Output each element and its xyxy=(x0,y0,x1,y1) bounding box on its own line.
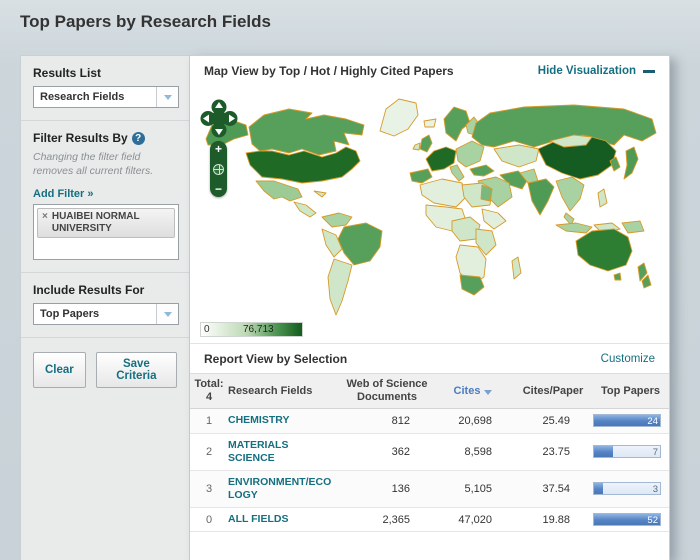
filter-by-label: Filter Results By xyxy=(33,131,128,145)
wos-documents-value: 362 xyxy=(342,446,432,458)
top-papers-value: 7 xyxy=(653,447,658,458)
cites-per-paper-value: 23.75 xyxy=(514,446,592,458)
map-view-title: Map View by Top / Hot / Highly Cited Pap… xyxy=(204,64,454,78)
top-papers-value: 3 xyxy=(653,484,658,495)
minus-icon xyxy=(643,70,655,73)
filter-sidebar: Results List Research Fields Filter Resu… xyxy=(20,55,190,560)
sort-descending-icon xyxy=(484,390,492,395)
results-list-section: Results List Research Fields xyxy=(21,56,189,120)
filter-note: Changing the filter field removes all cu… xyxy=(33,151,177,178)
top-papers-cell: 24 xyxy=(592,414,669,427)
col-total: Total: 4 xyxy=(190,378,228,404)
include-results-value: Top Papers xyxy=(34,304,156,324)
filter-listbox[interactable]: × HUAIBEI NORMAL UNIVERSITY xyxy=(33,204,179,260)
report-view-title: Report View by Selection xyxy=(204,352,347,366)
results-list-dropdown[interactable]: Research Fields xyxy=(33,86,179,108)
results-list-value: Research Fields xyxy=(34,87,156,107)
zoom-out-button[interactable]: − xyxy=(215,184,222,194)
top-papers-value: 52 xyxy=(647,515,658,526)
wos-documents-value: 2,365 xyxy=(342,514,432,526)
table-row: 2MATERIALS SCIENCE3628,59823.75 7 xyxy=(190,434,669,471)
cites-value: 5,105 xyxy=(432,483,514,495)
help-icon[interactable]: ? xyxy=(132,132,145,145)
filter-by-section: Filter Results By? Changing the filter f… xyxy=(21,121,189,272)
filter-chip-label: HUAIBEI NORMAL UNIVERSITY xyxy=(52,211,170,235)
map-view-area: + − 0 76,713 xyxy=(190,85,669,343)
page-title: Top Papers by Research Fields xyxy=(20,12,271,32)
map-zoom-control: + − xyxy=(210,141,227,197)
top-papers-bar: 24 xyxy=(593,414,661,427)
cites-per-paper-value: 19.88 xyxy=(514,514,592,526)
col-cites-per-paper: Cites/Paper xyxy=(514,385,592,398)
customize-link[interactable]: Customize xyxy=(601,353,655,365)
research-field-link[interactable]: ALL FIELDS xyxy=(228,513,342,526)
research-field-link[interactable]: MATERIALS SCIENCE xyxy=(228,439,342,465)
cites-per-paper-value: 25.49 xyxy=(514,415,592,427)
map-color-legend: 0 76,713 xyxy=(200,322,303,337)
top-papers-bar-fill xyxy=(594,446,613,457)
research-field-link[interactable]: CHEMISTRY xyxy=(228,414,342,427)
top-papers-bar-fill xyxy=(594,483,603,494)
globe-reset-icon[interactable] xyxy=(213,164,224,175)
top-papers-cell: 7 xyxy=(592,445,669,458)
cites-value: 8,598 xyxy=(432,446,514,458)
sidebar-buttons: Clear Save Criteria xyxy=(21,338,189,402)
col-research-fields: Research Fields xyxy=(228,385,342,397)
report-header-bar: Report View by Selection Customize xyxy=(190,343,669,373)
col-wos-documents: Web of Science Documents xyxy=(342,378,432,404)
table-row: 3ENVIRONMENT/ECOLOGY1365,10537.543 xyxy=(190,471,669,508)
research-field-link[interactable]: ENVIRONMENT/ECOLOGY xyxy=(228,476,342,502)
report-table: Total: 4 Research Fields Web of Science … xyxy=(190,373,669,532)
wos-documents-value: 136 xyxy=(342,483,432,495)
include-results-dropdown[interactable]: Top Papers xyxy=(33,303,179,325)
save-criteria-button[interactable]: Save Criteria xyxy=(96,352,177,388)
clear-button[interactable]: Clear xyxy=(33,352,86,388)
cites-value: 20,698 xyxy=(432,415,514,427)
table-row: 0ALL FIELDS2,36547,02019.88 52 xyxy=(190,508,669,532)
include-results-section: Include Results For Top Papers xyxy=(21,273,189,337)
cites-per-paper-value: 37.54 xyxy=(514,483,592,495)
col-cites-sort[interactable]: Cites xyxy=(432,385,514,398)
top-papers-cell: 3 xyxy=(592,482,669,495)
map-header-bar: Map View by Top / Hot / Highly Cited Pap… xyxy=(190,56,669,85)
chevron-down-icon[interactable] xyxy=(156,87,178,107)
main-panel: Map View by Top / Hot / Highly Cited Pap… xyxy=(190,55,670,560)
report-table-body: 1CHEMISTRY81220,69825.49 24 2MATERIALS SCI… xyxy=(190,409,669,532)
row-rank: 2 xyxy=(190,446,228,458)
table-header-row: Total: 4 Research Fields Web of Science … xyxy=(190,373,669,409)
top-papers-bar: 52 xyxy=(593,513,661,526)
legend-min-value: 0 xyxy=(204,324,210,335)
row-rank: 1 xyxy=(190,415,228,427)
hide-visualization-link[interactable]: Hide Visualization xyxy=(538,65,655,77)
map-pan-control[interactable] xyxy=(200,99,238,139)
top-papers-bar: 7 xyxy=(593,445,661,458)
col-top-papers: Top Papers xyxy=(592,385,669,398)
wos-documents-value: 812 xyxy=(342,415,432,427)
top-papers-value: 24 xyxy=(647,416,658,427)
chevron-down-icon[interactable] xyxy=(156,304,178,324)
legend-max-value: 76,713 xyxy=(243,324,274,335)
filter-chip[interactable]: × HUAIBEI NORMAL UNIVERSITY xyxy=(37,208,175,238)
world-map[interactable] xyxy=(194,89,664,327)
results-list-label: Results List xyxy=(33,66,177,80)
include-results-label: Include Results For xyxy=(33,283,177,297)
cites-value: 47,020 xyxy=(432,514,514,526)
zoom-in-button[interactable]: + xyxy=(215,144,222,154)
row-rank: 3 xyxy=(190,483,228,495)
table-row: 1CHEMISTRY81220,69825.49 24 xyxy=(190,409,669,433)
add-filter-link[interactable]: Add Filter » xyxy=(33,188,94,200)
top-papers-cell: 52 xyxy=(592,513,669,526)
row-rank: 0 xyxy=(190,514,228,526)
remove-filter-icon[interactable]: × xyxy=(42,211,48,223)
top-papers-bar: 3 xyxy=(593,482,661,495)
